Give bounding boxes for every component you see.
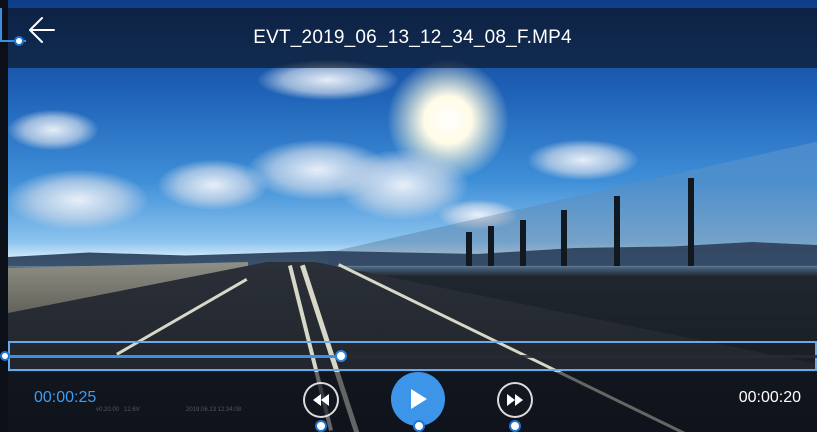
annotation-dot	[315, 420, 327, 432]
barrier-post	[520, 220, 526, 266]
barrier-post	[688, 178, 694, 266]
arrow-left-icon	[29, 17, 55, 43]
annotation-dot	[509, 420, 521, 432]
rewind-button[interactable]	[303, 382, 339, 418]
fast-forward-button[interactable]	[497, 382, 533, 418]
annotation-dot	[14, 36, 24, 46]
fast-forward-icon	[507, 394, 523, 406]
barrier-post	[614, 196, 620, 266]
video-player: EVT_2019_06_13_12_34_08_F.MP4 00:00:25 0…	[0, 0, 817, 432]
annotation-dot	[0, 351, 10, 361]
annotation-dot	[413, 420, 425, 432]
barrier-post	[466, 232, 472, 266]
overlay-timestamp: 2019.06.13 12:34:08	[186, 407, 242, 413]
cloud	[8, 170, 148, 230]
overlay-version: v0.20.00	[96, 407, 120, 413]
file-name-title: EVT_2019_06_13_12_34_08_F.MP4	[253, 27, 572, 48]
cloud	[528, 140, 638, 180]
play-icon	[411, 389, 427, 409]
barrier-post	[488, 226, 494, 266]
seek-bar-thumb[interactable]	[335, 350, 347, 362]
remaining-time: 00:00:20	[738, 389, 801, 406]
play-button[interactable]	[391, 372, 445, 426]
seek-bar-played	[10, 355, 341, 358]
barrier-post	[561, 210, 567, 266]
rewind-icon	[313, 394, 329, 406]
back-button[interactable]	[22, 14, 58, 46]
cloud	[8, 110, 98, 150]
overlay-voltage: 12.6V	[124, 407, 140, 413]
elapsed-time: 00:00:25	[34, 389, 97, 406]
annotation-line	[0, 8, 2, 42]
